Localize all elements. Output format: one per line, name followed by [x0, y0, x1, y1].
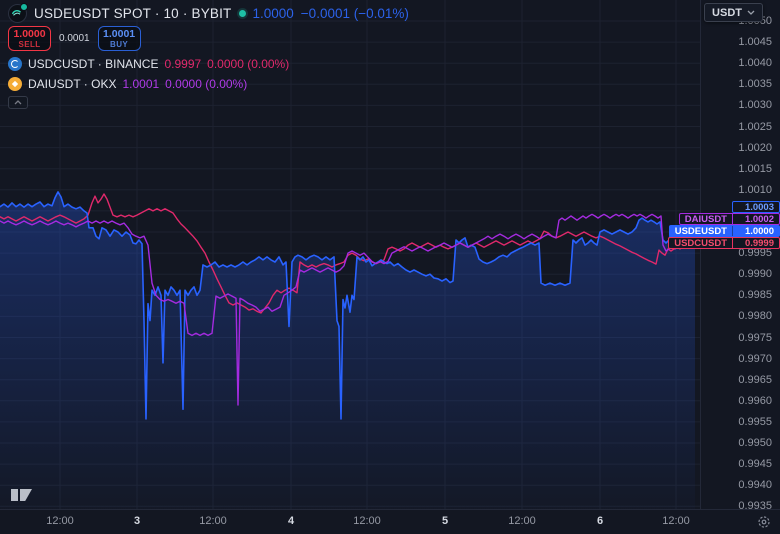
legend-collapse-button[interactable]	[8, 96, 28, 109]
compare-row-usdcusdt[interactable]: USDCUSDT · BINANCE 0.99970.0000 (0.00%)	[8, 56, 409, 71]
price-axis-label: 0.9955	[738, 416, 772, 428]
time-axis[interactable]: 12:00 3 12:00 4 12:00 5 12:00 6 12:00	[0, 509, 780, 534]
price-axis-label: 0.9960	[738, 395, 772, 407]
settings-gear-icon[interactable]	[756, 514, 772, 530]
compare-symbol-name: USDCUSDT · BINANCE	[28, 57, 158, 71]
price-axis-label: 0.9945	[738, 458, 772, 470]
tradingview-logo[interactable]	[10, 488, 33, 507]
price-axis-label: 0.9975	[738, 332, 772, 344]
symbol-title[interactable]: USDEUSDT SPOT · 10 · BYBIT	[34, 6, 232, 21]
time-axis-label: 12:00	[46, 515, 74, 527]
spread-value: 0.0001	[59, 33, 90, 44]
price-axis-label: 1.0020	[738, 142, 772, 154]
time-axis-label: 12:00	[353, 515, 381, 527]
last-price: 1.0000	[253, 6, 294, 21]
price-axis-label: 1.0035	[738, 78, 772, 90]
time-axis-label: 6	[597, 515, 603, 527]
sell-button[interactable]: 1.0000 SELL	[8, 26, 51, 51]
price-axis-label: 0.9970	[738, 353, 772, 365]
buy-label: BUY	[110, 40, 128, 49]
price-axis[interactable]: 1.00501.00451.00401.00351.00301.00251.00…	[700, 0, 780, 510]
compare-values: 1.00010.0000 (0.00%)	[122, 77, 247, 91]
chart-legend: USDEUSDT SPOT · 10 · BYBIT 1.0000 −0.0001…	[8, 4, 409, 109]
market-status-dot[interactable]	[239, 10, 246, 17]
dai-coin-icon	[8, 77, 22, 91]
price-axis-label: 1.0015	[738, 163, 772, 175]
compare-symbol-name: DAIUSDT · OKX	[28, 77, 116, 91]
compare-row-daiusdt[interactable]: DAIUSDT · OKX 1.00010.0000 (0.00%)	[8, 76, 409, 91]
sell-label: SELL	[18, 40, 40, 49]
time-axis-label: 4	[288, 515, 294, 527]
price-axis-label: 0.9965	[738, 374, 772, 386]
chart-window: 1.00501.00451.00401.00351.00301.00251.00…	[0, 0, 780, 534]
buy-price: 1.0001	[103, 28, 135, 40]
price-axis-label: 0.9995	[738, 247, 772, 259]
price-axis-label: 0.9950	[738, 437, 772, 449]
currency-label: USDT	[712, 7, 742, 19]
time-axis-label: 3	[134, 515, 140, 527]
chevron-up-icon	[14, 100, 22, 105]
sell-price: 1.0000	[13, 28, 45, 40]
usde-coin-icon	[8, 4, 27, 23]
time-axis-label: 12:00	[508, 515, 536, 527]
usdc-coin-icon	[8, 57, 22, 71]
time-axis-label: 5	[442, 515, 448, 527]
price-axis-label: 0.9985	[738, 289, 772, 301]
price-axis-label: 1.0010	[738, 184, 772, 196]
price-axis-currency-button[interactable]: USDT	[704, 3, 763, 22]
price-axis-label: 1.0045	[738, 36, 772, 48]
buy-button[interactable]: 1.0001 BUY	[98, 26, 141, 51]
price-axis-label: 0.9940	[738, 479, 772, 491]
time-axis-label: 12:00	[662, 515, 690, 527]
compare-values: 0.99970.0000 (0.00%)	[164, 57, 289, 71]
last-price-line: 1.0000 −0.0001 (−0.01%)	[253, 6, 409, 21]
price-axis-label: 0.9990	[738, 268, 772, 280]
time-axis-label: 12:00	[199, 515, 227, 527]
price-axis-label: 1.0030	[738, 99, 772, 111]
chevron-down-icon	[747, 10, 755, 15]
price-axis-label: 1.0025	[738, 121, 772, 133]
price-axis-label: 0.9980	[738, 310, 772, 322]
price-axis-label: 1.0040	[738, 57, 772, 69]
price-change: −0.0001 (−0.01%)	[301, 6, 409, 21]
